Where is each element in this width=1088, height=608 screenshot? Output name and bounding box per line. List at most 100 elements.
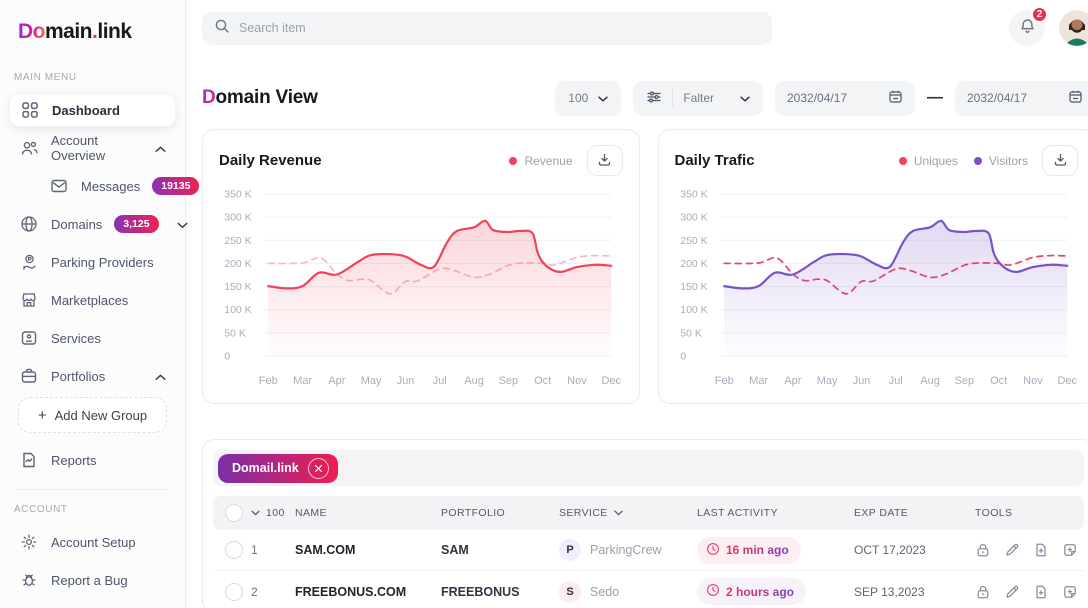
svg-text:Oct: Oct xyxy=(534,375,551,387)
app-logo: Domain.link xyxy=(0,14,185,46)
svg-text:200 K: 200 K xyxy=(224,258,251,270)
search-input[interactable] xyxy=(239,21,760,35)
svg-text:Aug: Aug xyxy=(920,375,940,387)
sidebar-item-label: Report a Bug xyxy=(51,573,128,588)
svg-text:0: 0 xyxy=(224,351,230,363)
legend-dot xyxy=(899,157,907,165)
lock-button[interactable] xyxy=(975,542,991,558)
svg-text:Dec: Dec xyxy=(1057,375,1077,387)
download-button[interactable] xyxy=(1042,145,1078,176)
parking-icon xyxy=(19,252,39,272)
sidebar-item-domains[interactable]: Domains 3,125 xyxy=(9,207,176,241)
main-menu-label: MAIN MENU xyxy=(0,72,185,83)
sidebar-item-report-a-bug[interactable]: Report a Bug xyxy=(9,563,176,597)
row-checkbox[interactable] xyxy=(225,583,243,601)
svg-text:150 K: 150 K xyxy=(680,281,707,293)
domains-table-card: Domail.link 100 NAME PORTFOLIO SERVICE L… xyxy=(202,439,1088,608)
svg-text:100 K: 100 K xyxy=(680,304,707,316)
date-to-value: 2032/04/17 xyxy=(967,91,1027,105)
filter-chip[interactable]: Domail.link xyxy=(218,454,338,483)
svg-text:Nov: Nov xyxy=(567,375,587,387)
sidebar-item-messages[interactable]: Messages 19135 xyxy=(39,169,176,203)
sidebar-item-reports[interactable]: Reports xyxy=(9,443,176,477)
mail-icon xyxy=(49,176,69,196)
legend-dot xyxy=(509,157,517,165)
svg-text:Jul: Jul xyxy=(433,375,447,387)
add-file-button[interactable] xyxy=(1033,542,1049,558)
sidebar-item-services[interactable]: Services xyxy=(9,321,176,355)
date-from-value: 2032/04/17 xyxy=(787,91,847,105)
remove-filter-icon[interactable] xyxy=(308,458,329,479)
select-all-checkbox[interactable] xyxy=(225,504,243,522)
table-row: 2 FREEBONUS.COM FREEBONUS S Sedo 2 hours… xyxy=(213,571,1084,608)
svg-text:250 K: 250 K xyxy=(680,235,707,247)
topbar: 2 xyxy=(202,0,1088,56)
svg-text:0: 0 xyxy=(680,351,686,363)
row-tools xyxy=(975,584,1078,600)
sidebar-item-account-overview[interactable]: Account Overview xyxy=(9,131,176,165)
avatar[interactable] xyxy=(1059,10,1088,46)
divider xyxy=(672,89,673,107)
clock-icon xyxy=(706,542,720,559)
edit-button[interactable] xyxy=(1004,542,1020,558)
grid-icon xyxy=(20,100,40,120)
chart-title: Daily Trafic xyxy=(675,152,755,169)
sidebar-item-account-setup[interactable]: Account Setup xyxy=(9,525,176,559)
plus-icon: + xyxy=(38,407,47,424)
chevron-down-icon[interactable] xyxy=(251,507,260,519)
search-bar[interactable] xyxy=(202,12,772,45)
sidebar-item-dashboard[interactable]: Dashboard xyxy=(9,93,176,127)
add-note-button[interactable] xyxy=(1062,542,1078,558)
header-controls: 100 Falter 2032/04/17 — 2032/04/17 xyxy=(555,81,1088,116)
legend-item: Visitors xyxy=(974,154,1028,168)
sidebar-item-label: Domains xyxy=(51,217,102,232)
clock-icon xyxy=(706,583,720,600)
svg-text:50 K: 50 K xyxy=(680,327,702,339)
logo-end: link xyxy=(97,20,131,43)
download-button[interactable] xyxy=(587,145,623,176)
sidebar-item-label: Services xyxy=(51,331,101,346)
last-activity-pill: 16 min ago xyxy=(697,537,801,564)
store-icon xyxy=(19,290,39,310)
lock-button[interactable] xyxy=(975,584,991,600)
logo-grad: Do xyxy=(18,20,45,43)
svg-text:Dec: Dec xyxy=(601,375,621,387)
svg-text:300 K: 300 K xyxy=(680,212,707,224)
chevron-down-icon[interactable] xyxy=(614,507,623,519)
legend-item: Uniques xyxy=(899,154,958,168)
date-to-picker[interactable]: 2032/04/17 xyxy=(955,81,1088,116)
filter-dropdown[interactable]: Falter xyxy=(633,81,763,116)
add-file-button[interactable] xyxy=(1033,584,1049,600)
svg-text:Sep: Sep xyxy=(499,375,519,387)
charts-row: Daily Revenue Revenue 350 K300 K250 K200… xyxy=(202,129,1088,404)
legend-dot xyxy=(974,157,982,165)
bug-icon xyxy=(19,570,39,590)
column-last-activity: LAST ACTIVITY xyxy=(697,507,854,519)
exp-date: SEP 13,2023 xyxy=(854,585,975,599)
sidebar-item-label: Portfolios xyxy=(51,369,105,384)
column-count: 100 xyxy=(266,507,285,519)
sidebar-item-portfolios[interactable]: Portfolios xyxy=(9,359,176,393)
page-size-select[interactable]: 100 xyxy=(555,81,621,116)
row-checkbox[interactable] xyxy=(225,541,243,559)
column-exp-date: EXP DATE xyxy=(854,507,975,519)
sidebar-item-marketplaces[interactable]: Marketplaces xyxy=(9,283,176,317)
edit-button[interactable] xyxy=(1004,584,1020,600)
svg-text:Oct: Oct xyxy=(990,375,1007,387)
date-from-picker[interactable]: 2032/04/17 xyxy=(775,81,915,116)
sidebar-item-parking-providers[interactable]: Parking Providers xyxy=(9,245,176,279)
sidebar-item-label: Messages xyxy=(81,179,140,194)
add-note-button[interactable] xyxy=(1062,584,1078,600)
legend-item: Revenue xyxy=(509,154,572,168)
main-content: 2 Domain View 100 Falter 2032/04/17 — xyxy=(186,0,1088,608)
globe-icon xyxy=(19,214,39,234)
filter-chip-label: Domail.link xyxy=(232,461,299,475)
chevron-down-icon xyxy=(740,91,750,105)
table-row: 1 SAM.COM SAM P ParkingCrew 16 min ago O… xyxy=(213,530,1084,571)
svg-text:200 K: 200 K xyxy=(680,258,707,270)
row-tools xyxy=(975,542,1078,558)
add-new-group-button[interactable]: + Add New Group xyxy=(18,397,167,433)
svg-text:Apr: Apr xyxy=(328,375,345,387)
download-icon xyxy=(1053,152,1068,170)
notifications-button[interactable]: 2 xyxy=(1009,10,1045,46)
